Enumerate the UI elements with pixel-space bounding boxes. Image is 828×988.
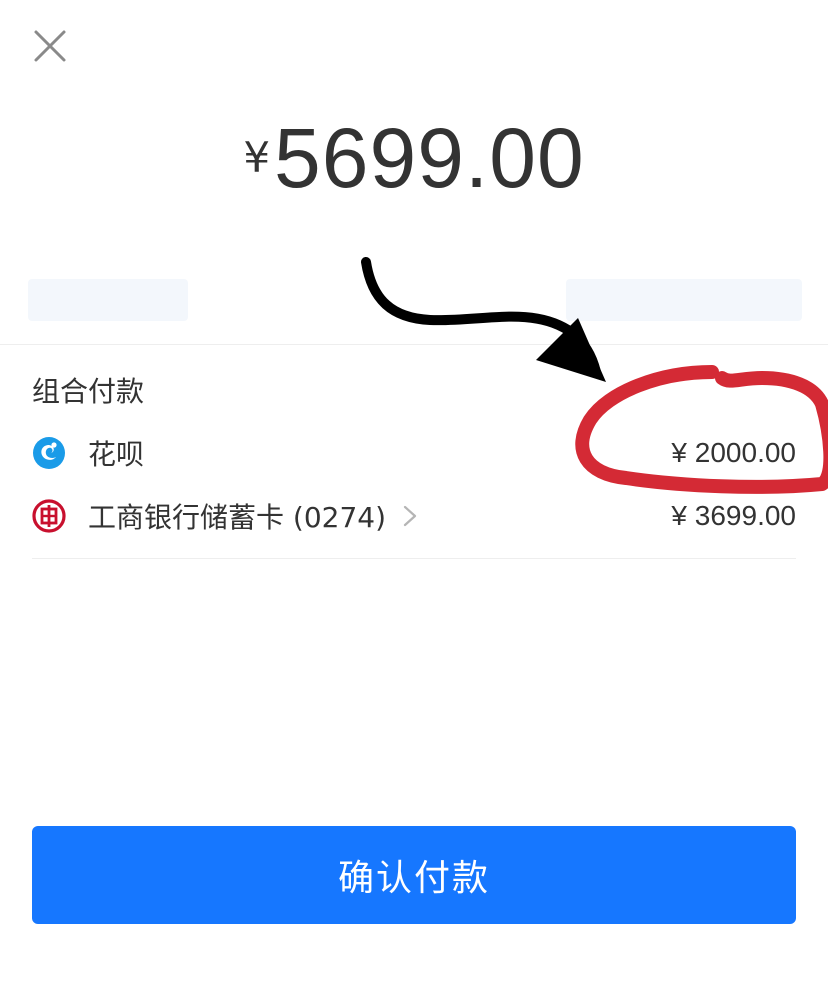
payment-method-amount: ¥ 3699.00 [671,500,796,531]
confirm-payment-button[interactable]: 确认付款 [32,826,796,924]
payment-method-icbc[interactable]: 工商银行储蓄卡 (0274) ¥ 3699.00 [32,496,796,536]
payment-method-label: 工商银行储蓄卡 (0274) [88,501,387,534]
blurred-placeholder [28,279,188,321]
combined-payment-title: 组合付款 [32,375,145,408]
chevron-right-icon [403,505,417,527]
payment-method-label: 花呗 [88,438,145,471]
annotation-arrowhead [536,318,606,382]
blurred-placeholder [566,279,802,321]
close-icon [34,30,66,62]
currency-symbol: ¥ [243,133,271,183]
divider [32,558,796,559]
amount-value: 5699.00 [274,111,585,205]
payment-amount: ¥5699.00 [0,110,828,207]
annotation-arrow [361,257,601,377]
icbc-icon [32,499,66,533]
payment-method-amount: ¥ 2000.00 [671,437,796,468]
payment-method-huabei[interactable]: 花呗 ¥ 2000.00 [32,433,796,473]
close-button[interactable] [30,26,70,66]
divider [0,344,828,345]
huabei-icon [33,437,65,469]
